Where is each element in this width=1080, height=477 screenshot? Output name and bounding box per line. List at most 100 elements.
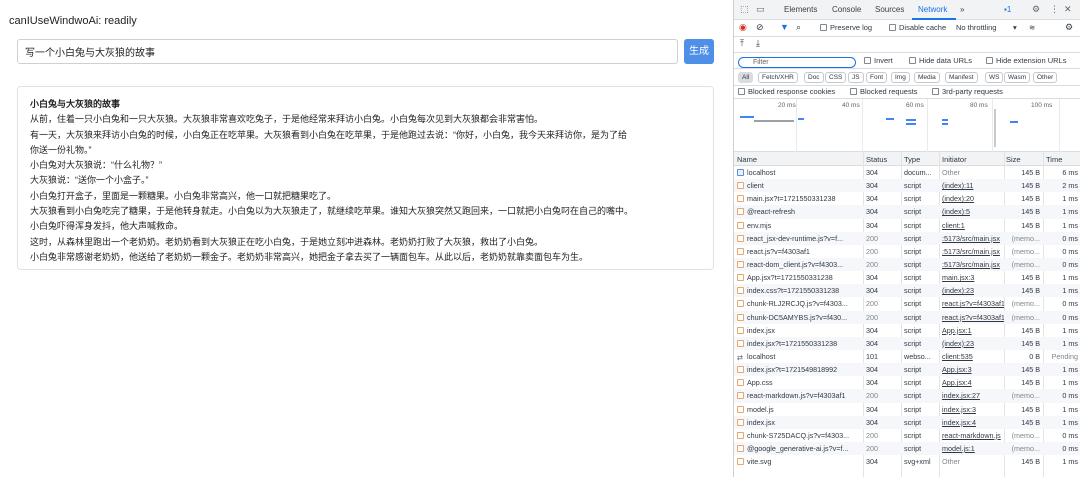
request-initiator[interactable]: react.js?v=f4303af1	[942, 313, 1004, 323]
tab-sources[interactable]: Sources	[875, 5, 904, 14]
table-row[interactable]: react.js?v=f4303af1 200 script:5173/src/ma…	[734, 245, 1080, 258]
disable-cache-checkbox[interactable]	[889, 24, 896, 31]
request-name[interactable]: model.js	[737, 405, 863, 415]
table-row[interactable]: model.js 304 script index.jsx:3 145 B 1 ms	[734, 403, 1080, 416]
record-icon[interactable]: ◉	[739, 22, 747, 33]
request-name[interactable]: index.css?t=1721550331238	[737, 286, 863, 296]
network-settings-gear-icon[interactable]: ⚙	[1065, 22, 1073, 33]
request-name[interactable]: @google_generative-ai.js?v=f...	[737, 444, 863, 454]
request-name[interactable]: main.jsx?t=1721550331238	[737, 194, 863, 204]
request-name[interactable]: index.jsx?t=1721549818992	[737, 365, 863, 375]
request-initiator[interactable]: client:1	[942, 221, 1004, 231]
tab-network[interactable]: Network	[918, 5, 947, 14]
column-size[interactable]: Size	[1006, 155, 1040, 165]
request-name[interactable]: react-markdown.js?v=f4303af1	[737, 391, 863, 401]
close-icon[interactable]: ✕	[1064, 4, 1072, 15]
table-row[interactable]: client 304 script (index):11 145 B 2 ms	[734, 179, 1080, 193]
request-initiator[interactable]: (index):5	[942, 207, 1004, 217]
table-row[interactable]: @google_generative-ai.js?v=f... 200 script…	[734, 441, 1080, 456]
generate-button[interactable]: 生成	[684, 39, 714, 64]
request-name[interactable]: env.mjs	[737, 221, 863, 231]
filter-input[interactable]: Filter	[738, 57, 856, 68]
chip-manifest[interactable]: Manifest	[945, 72, 978, 83]
request-initiator[interactable]: App.jsx:4	[942, 378, 1004, 388]
request-initiator[interactable]: (index):20	[942, 194, 1004, 204]
column-type[interactable]: Type	[904, 155, 941, 165]
request-initiator[interactable]: App.jsx:1	[942, 326, 1004, 336]
table-row[interactable]: vite.svg 304 svg+xml Other 145 B 1 ms	[734, 455, 1080, 468]
request-initiator[interactable]: (index):11	[942, 181, 1004, 191]
table-row[interactable]: App.css 304 script App.jsx:4 145 B 1 ms	[734, 376, 1080, 389]
chip-media[interactable]: Media	[914, 72, 940, 83]
settings-gear-icon[interactable]: ⚙	[1032, 4, 1040, 15]
table-row[interactable]: react-markdown.js?v=f4303af1 200 script ind…	[734, 389, 1080, 403]
table-row[interactable]: react-dom_client.js?v=f4303... 200 script:…	[734, 257, 1080, 272]
more-tabs-icon[interactable]: »	[960, 5, 964, 14]
chip-fetch-xhr[interactable]: Fetch/XHR	[758, 72, 798, 83]
request-name[interactable]: chunk-S725DACQ.js?v=f4303...	[737, 431, 863, 441]
export-har-icon[interactable]: ⤓	[756, 38, 760, 49]
chevron-down-icon[interactable]: ▾	[1013, 23, 1017, 32]
request-name[interactable]: ⇄ localhost	[737, 352, 863, 362]
table-row[interactable]: main.jsx?t=1721550331238 304 script (index)…	[734, 192, 1080, 205]
device-toolbar-icon[interactable]: ▭	[756, 4, 765, 15]
request-name[interactable]: react_jsx-dev-runtime.js?v=f...	[737, 234, 863, 244]
chip-font[interactable]: Font	[866, 72, 888, 83]
chip-all[interactable]: All	[738, 72, 754, 83]
inspect-element-icon[interactable]: ⬚	[740, 4, 749, 15]
table-row[interactable]: index.css?t=1721550331238 304 script (index…	[734, 284, 1080, 298]
request-initiator[interactable]: react.js?v=f4303af1	[942, 299, 1004, 309]
throttling-select[interactable]: No throttling	[956, 23, 996, 32]
request-initiator[interactable]: main.jsx:3	[942, 273, 1004, 283]
request-name[interactable]: react-dom_client.js?v=f4303...	[737, 260, 863, 270]
timeline-overview[interactable]: 20 ms 40 ms 60 ms 80 ms 100 ms	[734, 99, 1080, 152]
table-row[interactable]: chunk-DC5AMYBS.js?v=f430... 200 script reac…	[734, 310, 1080, 324]
column-initiator[interactable]: Initiator	[942, 155, 1004, 165]
third-party-checkbox[interactable]	[932, 88, 939, 95]
request-initiator[interactable]: :5173/src/main.jsx	[942, 234, 1004, 244]
request-name[interactable]: react.js?v=f4303af1	[737, 247, 863, 257]
chip-wasm[interactable]: Wasm	[1004, 72, 1031, 83]
request-initiator[interactable]: App.jsx:3	[942, 365, 1004, 375]
table-row[interactable]: ⇄ localhost 101 webso... client:535 0 B Pendin…	[734, 350, 1080, 363]
request-initiator[interactable]: react-markdown.js	[942, 431, 1004, 441]
column-name[interactable]: Name	[737, 155, 863, 165]
issues-counter[interactable]: ▪1	[1004, 5, 1011, 14]
prompt-input[interactable]	[17, 39, 678, 64]
network-conditions-icon[interactable]: ≋	[1029, 23, 1035, 32]
request-initiator[interactable]: model.js:1	[942, 444, 1004, 454]
table-row[interactable]: index.jsx?t=1721550331238 304 script (index…	[734, 336, 1080, 350]
request-initiator[interactable]: (index):23	[942, 339, 1004, 349]
request-name[interactable]: @react-refresh	[737, 207, 863, 217]
request-name[interactable]: App.jsx?t=1721550331238	[737, 273, 863, 283]
table-row[interactable]: react_jsx-dev-runtime.js?v=f... 200 script…	[734, 231, 1080, 245]
table-row[interactable]: env.mjs 304 script client:1 145 B 1 ms	[734, 219, 1080, 232]
request-name[interactable]: localhost	[737, 168, 863, 178]
clear-icon[interactable]: ⊘	[756, 22, 764, 33]
chip-other[interactable]: Other	[1033, 72, 1058, 83]
table-row[interactable]: chunk-RLJ2RCJQ.js?v=f4303... 200 script rea…	[734, 297, 1080, 310]
chip-ws[interactable]: WS	[985, 72, 1004, 83]
table-row[interactable]: index.jsx?t=1721549818992 304 script App.js…	[734, 363, 1080, 377]
request-name[interactable]: index.jsx?t=1721550331238	[737, 339, 863, 349]
request-initiator[interactable]: (index):23	[942, 286, 1004, 296]
tab-elements[interactable]: Elements	[784, 5, 817, 14]
column-status[interactable]: Status	[866, 155, 899, 165]
request-name[interactable]: chunk-DC5AMYBS.js?v=f430...	[737, 313, 863, 323]
hide-extension-urls-checkbox[interactable]	[986, 57, 993, 64]
request-name[interactable]: chunk-RLJ2RCJQ.js?v=f4303...	[737, 299, 863, 309]
request-initiator[interactable]: :5173/src/main.jsx	[942, 247, 1004, 257]
request-name[interactable]: vite.svg	[737, 457, 863, 467]
request-name[interactable]: index.jsx	[737, 418, 863, 428]
column-time[interactable]: Time	[1046, 155, 1080, 165]
request-initiator[interactable]: client:535	[942, 352, 1004, 362]
preserve-log-checkbox[interactable]	[820, 24, 827, 31]
chip-js[interactable]: JS	[848, 72, 864, 83]
table-row[interactable]: chunk-S725DACQ.js?v=f4303... 200 script rea…	[734, 429, 1080, 442]
request-initiator[interactable]: :5173/src/main.jsx	[942, 260, 1004, 270]
request-initiator[interactable]: index.jsx:27	[942, 391, 1004, 401]
table-row[interactable]: App.jsx?t=1721550331238 304 script main.jsx…	[734, 271, 1080, 284]
chip-img[interactable]: Img	[891, 72, 910, 83]
chip-css[interactable]: CSS	[825, 72, 847, 83]
table-row[interactable]: index.jsx 304 script index.jsx:4 145 B 1 ms	[734, 415, 1080, 429]
